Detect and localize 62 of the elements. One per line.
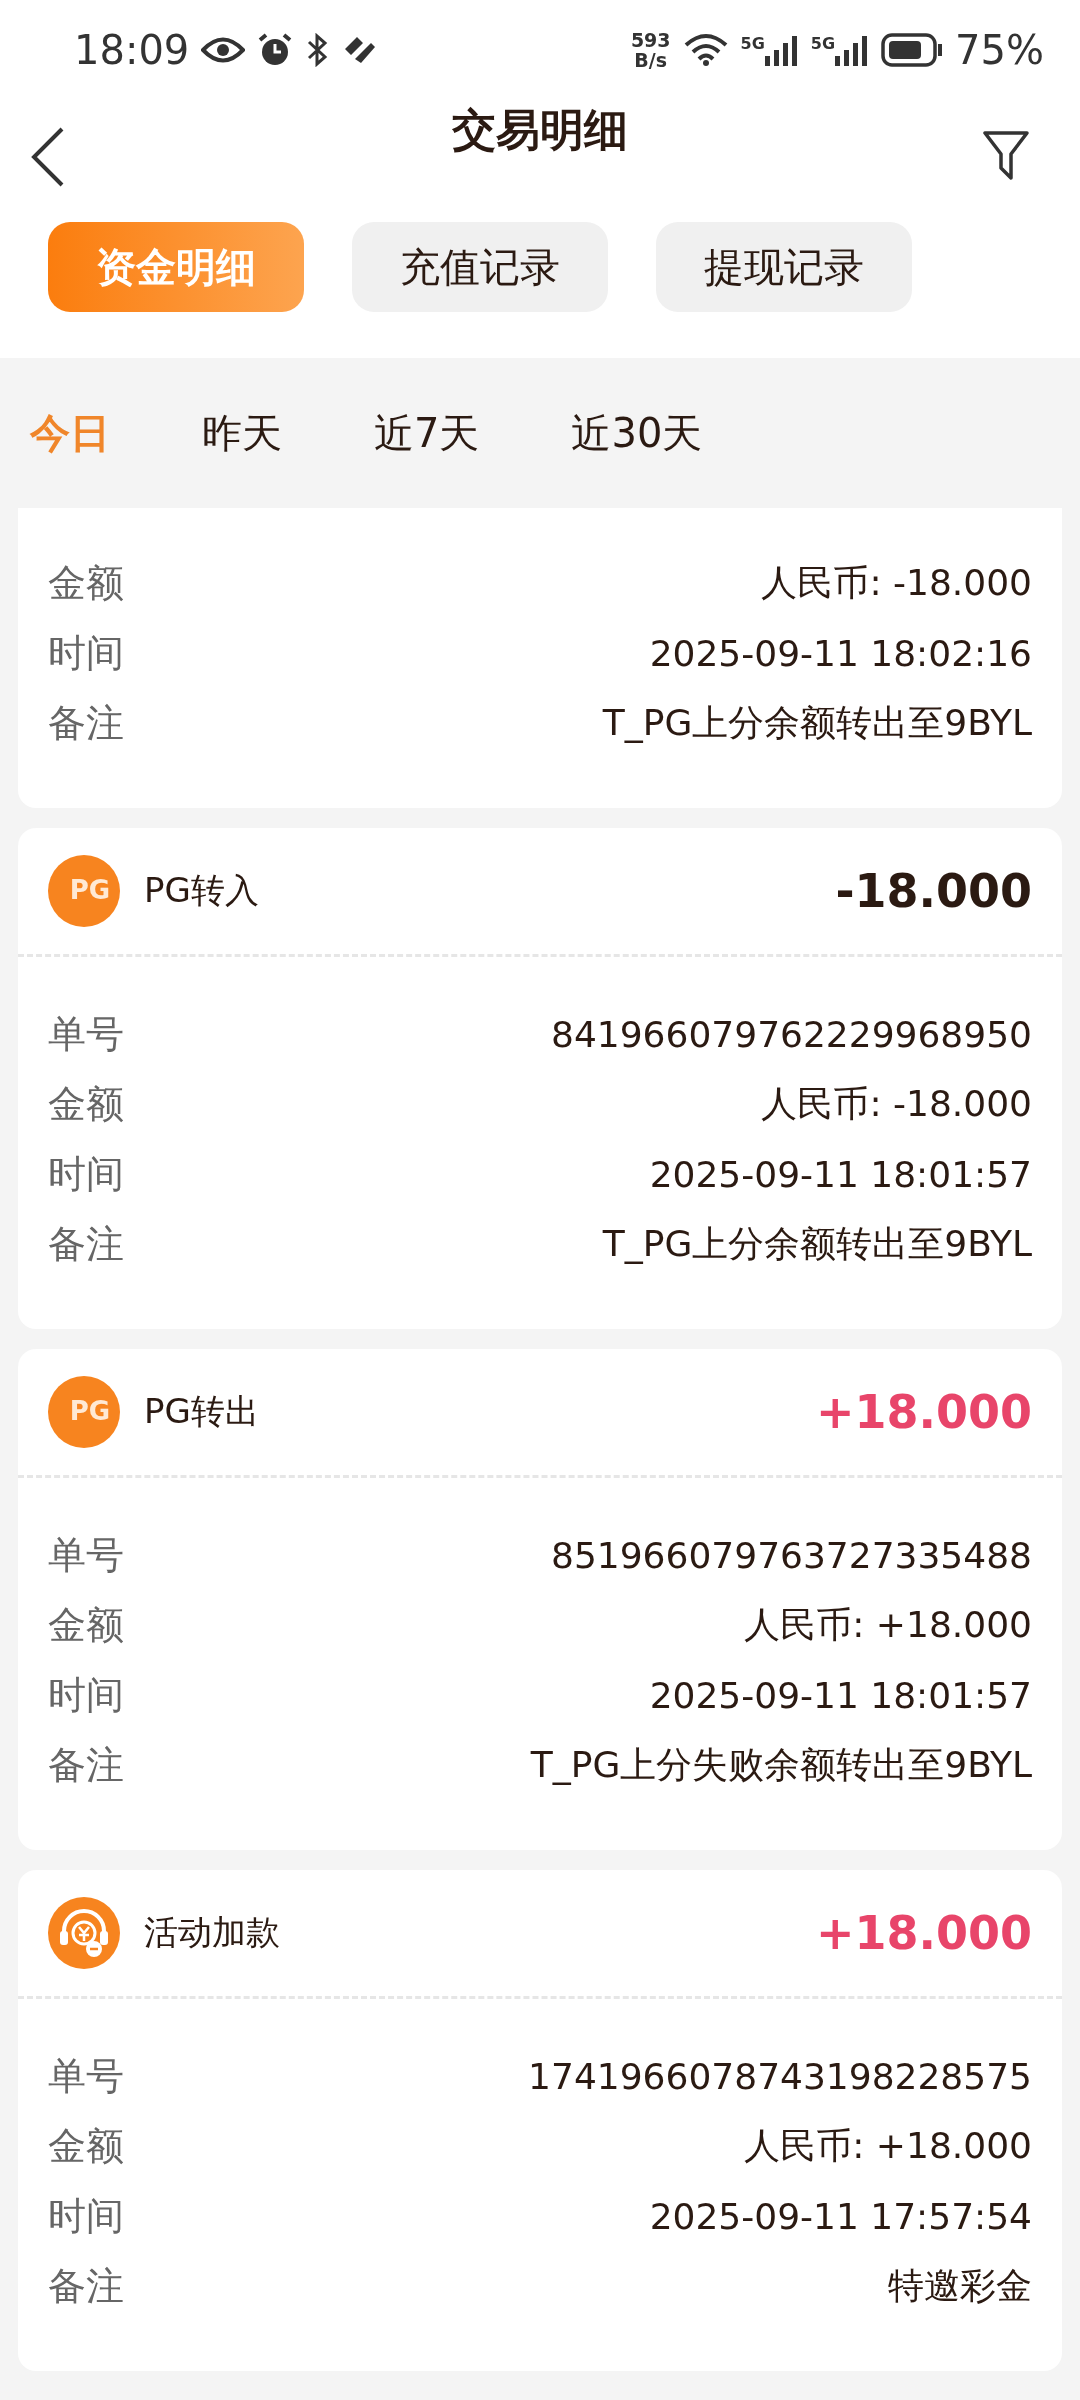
bluetooth-icon [305, 33, 330, 67]
signal-icon [764, 34, 799, 66]
back-icon[interactable] [30, 126, 66, 188]
detail-value: 1741966078743198228575 [528, 2055, 1032, 2097]
date-filter[interactable]: 近30天 [571, 405, 703, 461]
record-amount: -18.000 [835, 864, 1032, 918]
tab[interactable]: 提现记录 [656, 222, 912, 312]
network-speed-unit: B/s [634, 50, 668, 70]
detail-value: T_PG上分余额转出至9BYL [602, 1221, 1032, 1266]
record-amount: +18.000 [815, 1906, 1032, 1960]
detail-value: 人民币: -18.000 [761, 560, 1032, 605]
record-title: PG转入 [144, 869, 260, 912]
detail-label: 单号 [48, 1531, 124, 1579]
network-type: 5G [810, 34, 836, 53]
detail-label: 时间 [48, 1150, 124, 1198]
detail-value: 851966079763727335488 [551, 1534, 1032, 1576]
detail-value: 841966079762229968950 [551, 1013, 1032, 1055]
page-title: 交易明细 [452, 103, 628, 157]
signal-icon [835, 34, 870, 66]
detail-label: 备注 [48, 2262, 124, 2310]
detail-label: 时间 [48, 1671, 124, 1719]
headset-coin-icon [48, 1897, 120, 1969]
detail-label: 金额 [48, 2122, 124, 2170]
record-title: 活动加款 [144, 1911, 281, 1954]
alarm-icon [257, 32, 294, 68]
pg-logo-icon [48, 855, 120, 927]
detail-label: 单号 [48, 1010, 124, 1058]
detail-value: 2025-09-11 18:02:16 [649, 632, 1032, 674]
date-filter[interactable]: 昨天 [202, 405, 282, 461]
pg-logo-text: PG [68, 1395, 112, 1428]
tab[interactable]: 充值记录 [352, 222, 608, 312]
detail-label: 备注 [48, 699, 124, 747]
detail-value: 人民币: +18.000 [744, 1602, 1032, 1647]
detail-value: T_PG上分余额转出至9BYL [602, 700, 1032, 745]
date-filter[interactable]: 近7天 [374, 405, 480, 461]
filter-icon[interactable] [982, 130, 1030, 180]
detail-label: 金额 [48, 559, 124, 607]
clock-time: 18:09 [74, 27, 190, 73]
detail-label: 备注 [48, 1741, 124, 1789]
network-speed: 593 [630, 30, 671, 50]
network-type: 5G [740, 34, 765, 53]
detail-label: 时间 [48, 629, 124, 677]
eye-icon [201, 35, 246, 65]
detail-value: 2025-09-11 18:01:57 [649, 1153, 1032, 1195]
pg-logo-text: PG [68, 874, 112, 907]
detail-value: 人民币: -18.000 [761, 1081, 1032, 1126]
detail-label: 金额 [48, 1601, 124, 1649]
pg-logo-icon [48, 1376, 120, 1448]
record-amount: +18.000 [815, 1385, 1032, 1439]
detail-label: 金额 [48, 1080, 124, 1128]
detail-value: 2025-09-11 17:57:54 [649, 2195, 1032, 2237]
detail-value: 2025-09-11 18:01:57 [649, 1674, 1032, 1716]
detail-value: T_PG上分失败余额转出至9BYL [530, 1742, 1032, 1787]
detail-label: 时间 [48, 2192, 124, 2240]
battery-icon [881, 33, 944, 67]
detail-value: 人民币: +18.000 [744, 2123, 1032, 2168]
record-title: PG转出 [144, 1390, 260, 1433]
detail-value: 特邀彩金 [888, 2263, 1032, 2308]
wifi-icon [682, 33, 729, 67]
detail-label: 备注 [48, 1220, 124, 1268]
battery-percent: 75% [955, 27, 1044, 73]
detail-label: 单号 [48, 2052, 124, 2100]
